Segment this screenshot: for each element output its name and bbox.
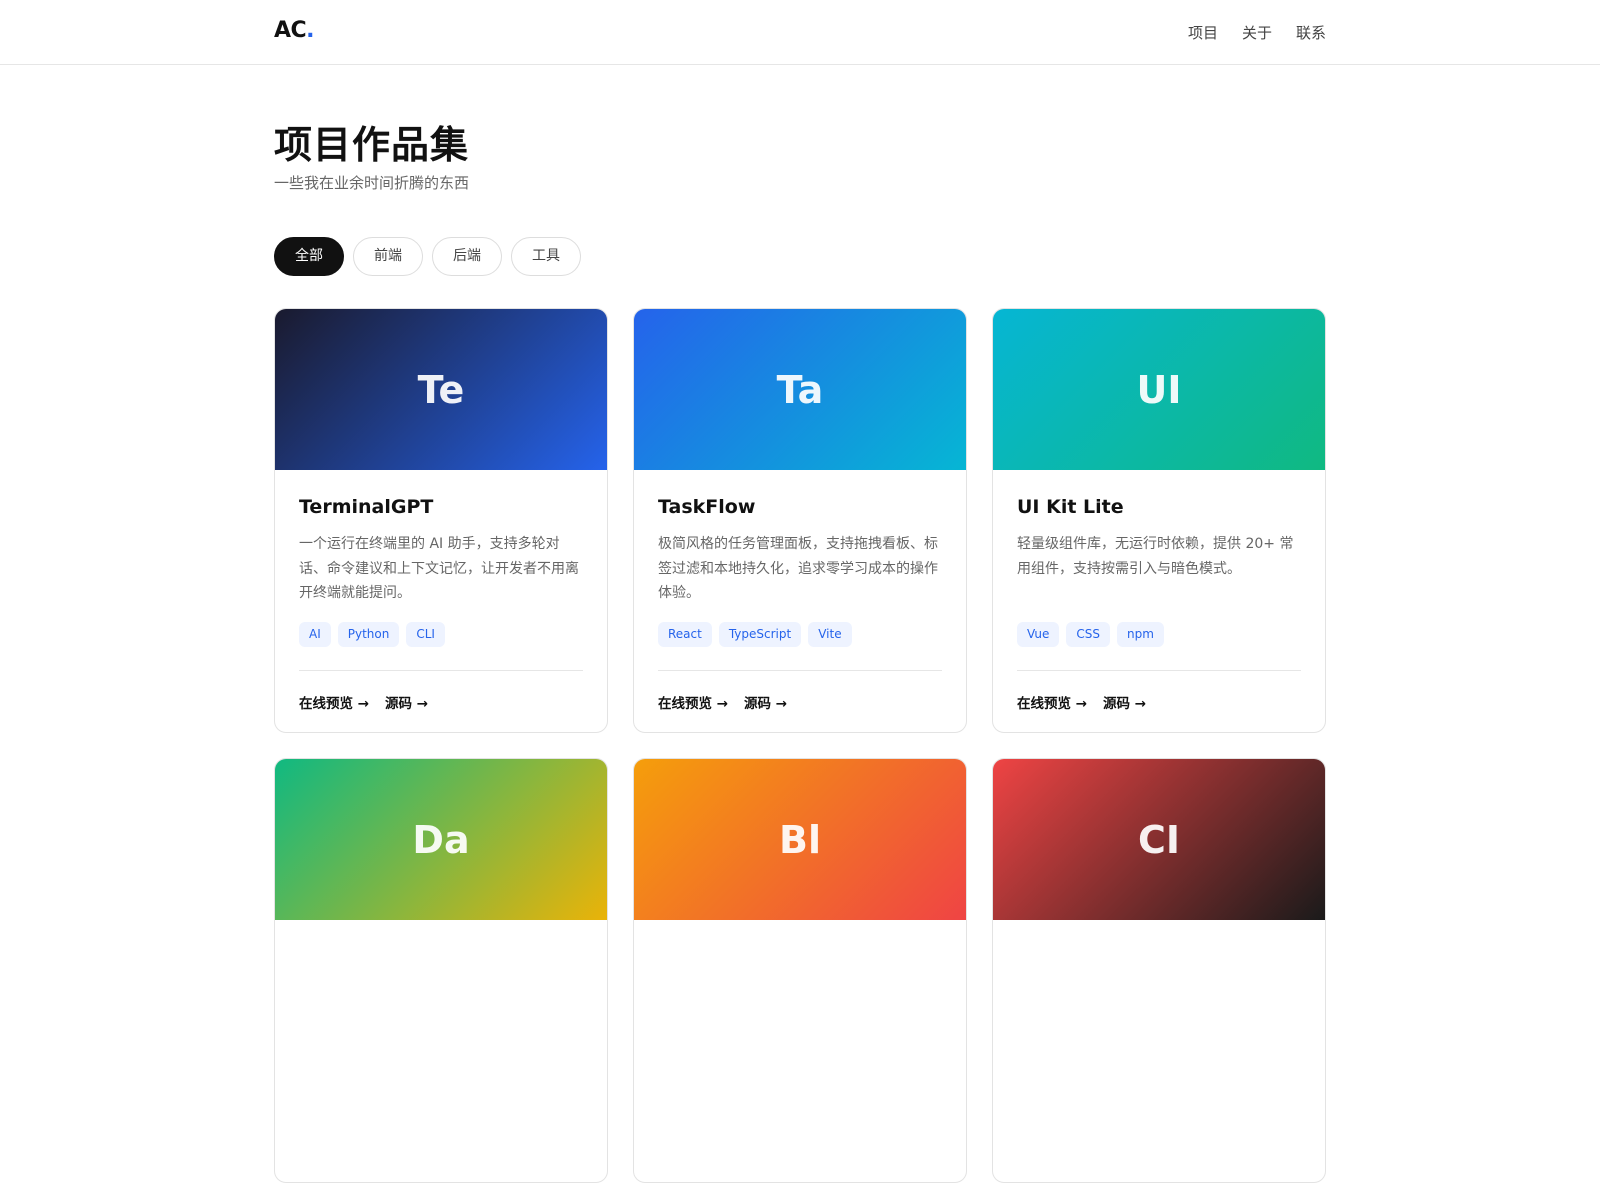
nav-link-contact[interactable]: 联系 — [1296, 22, 1326, 43]
tech-tag: React — [658, 622, 712, 647]
filter-backend-button[interactable]: 后端 — [432, 237, 502, 276]
project-links: 在线预览 → 源码 → — [299, 692, 428, 712]
source-code-link[interactable]: 源码 → — [744, 692, 787, 712]
project-card: Ta TaskFlow 极简风格的任务管理面板，支持拖拽看板、标签过滤和本地持久… — [633, 308, 967, 733]
filter-all-button[interactable]: 全部 — [274, 237, 344, 276]
top-navigation-bar: AC. 项目 关于 联系 — [0, 0, 1600, 65]
project-initials: CI — [1137, 817, 1181, 862]
project-tags: AI Python CLI — [299, 622, 583, 647]
card-divider — [658, 670, 942, 671]
project-body: TerminalGPT 一个运行在终端里的 AI 助手，支持多轮对话、命令建议和… — [275, 470, 607, 732]
project-initials: Da — [412, 817, 470, 862]
project-description: 一个运行在终端里的 AI 助手，支持多轮对话、命令建议和上下文记忆，让开发者不用… — [299, 536, 579, 601]
filter-bar: 全部 前端 后端 工具 — [274, 237, 581, 276]
project-tags: Vue CSS npm — [1017, 622, 1301, 647]
project-cover[interactable]: Bl — [634, 759, 966, 920]
source-code-link[interactable]: 源码 → — [385, 692, 428, 712]
project-body: UI Kit Lite 轻量级组件库，无运行时依赖，提供 20+ 常用组件，支持… — [993, 470, 1325, 732]
project-card: CI — [992, 758, 1326, 1183]
card-divider — [299, 670, 583, 671]
tech-tag: Vue — [1017, 622, 1060, 647]
project-initials: UI — [1136, 367, 1182, 412]
project-initials: Ta — [776, 367, 824, 412]
project-initials: Bl — [779, 817, 821, 862]
nav-link-projects[interactable]: 项目 — [1188, 22, 1218, 43]
project-cover[interactable]: CI — [993, 759, 1325, 920]
project-grid: Te TerminalGPT 一个运行在终端里的 AI 助手，支持多轮对话、命令… — [274, 308, 1326, 1183]
tech-tag: TypeScript — [718, 622, 802, 647]
project-links: 在线预览 → 源码 → — [1017, 692, 1146, 712]
filter-tools-button[interactable]: 工具 — [511, 237, 581, 276]
page-title: 项目作品集 — [274, 123, 470, 167]
project-title: TaskFlow — [658, 496, 756, 518]
tech-tag: Vite — [808, 622, 852, 647]
live-preview-link[interactable]: 在线预览 → — [299, 692, 369, 712]
live-preview-link[interactable]: 在线预览 → — [658, 692, 728, 712]
project-cover[interactable]: Ta — [634, 309, 966, 470]
project-cover[interactable]: UI — [993, 309, 1325, 470]
project-tags: React TypeScript Vite — [658, 622, 942, 647]
project-links: 在线预览 → 源码 → — [658, 692, 787, 712]
project-title: UI Kit Lite — [1017, 496, 1124, 518]
project-card: Da — [274, 758, 608, 1183]
project-body: TaskFlow 极简风格的任务管理面板，支持拖拽看板、标签过滤和本地持久化，追… — [634, 470, 966, 732]
project-card: Te TerminalGPT 一个运行在终端里的 AI 助手，支持多轮对话、命令… — [274, 308, 608, 733]
nav-link-about[interactable]: 关于 — [1242, 22, 1272, 43]
tech-tag: Python — [337, 622, 400, 647]
source-code-link[interactable]: 源码 → — [1103, 692, 1146, 712]
project-title: TerminalGPT — [299, 496, 434, 518]
project-card: Bl — [633, 758, 967, 1183]
filter-frontend-button[interactable]: 前端 — [353, 237, 423, 276]
project-cover[interactable]: Te — [275, 309, 607, 470]
site-logo[interactable]: AC. — [274, 18, 315, 43]
tech-tag: CLI — [406, 622, 445, 647]
project-description: 轻量级组件库，无运行时依赖，提供 20+ 常用组件，支持按需引入与暗色模式。 — [1017, 536, 1294, 577]
project-card: UI UI Kit Lite 轻量级组件库，无运行时依赖，提供 20+ 常用组件… — [992, 308, 1326, 733]
page-subtitle: 一些我在业余时间折腾的东西 — [274, 174, 470, 192]
main-nav: 项目 关于 联系 — [1188, 22, 1326, 43]
project-initials: Te — [417, 367, 465, 412]
live-preview-link[interactable]: 在线预览 → — [1017, 692, 1087, 712]
logo-dot: . — [306, 18, 315, 43]
card-divider — [1017, 670, 1301, 671]
logo-text: AC — [274, 18, 307, 43]
tech-tag: CSS — [1066, 622, 1111, 647]
project-description: 极简风格的任务管理面板，支持拖拽看板、标签过滤和本地持久化，追求零学习成本的操作… — [658, 536, 938, 601]
project-cover[interactable]: Da — [275, 759, 607, 920]
tech-tag: npm — [1117, 622, 1164, 647]
tech-tag: AI — [299, 622, 331, 647]
